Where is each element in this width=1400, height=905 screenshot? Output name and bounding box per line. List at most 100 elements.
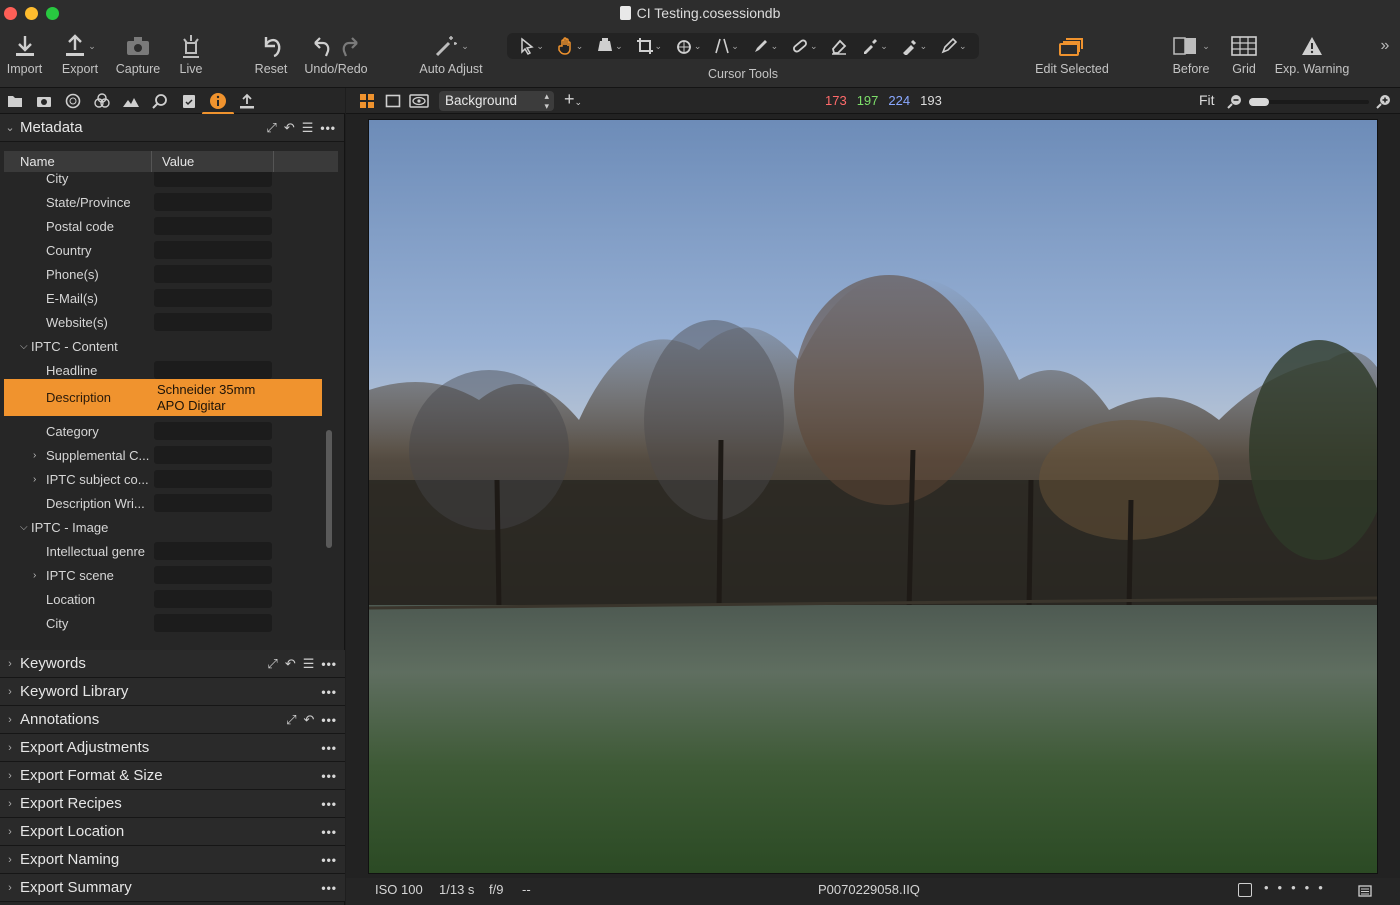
auto-adjust-button[interactable]: ⌄ Auto Adjust: [416, 30, 486, 76]
layer-select[interactable]: Background ▴ ▾: [439, 91, 554, 111]
tab-capture[interactable]: [34, 91, 54, 111]
more-icon[interactable]: •••: [321, 657, 337, 671]
table-row[interactable]: › IPTC subject co...: [0, 467, 340, 491]
more-icon[interactable]: •••: [321, 797, 337, 811]
table-row[interactable]: Website(s): [0, 310, 340, 334]
field-value-input[interactable]: [154, 470, 272, 488]
info-list-icon[interactable]: [1358, 885, 1372, 897]
multi-view-icon[interactable]: [359, 93, 375, 109]
more-icon[interactable]: •••: [321, 769, 337, 783]
pan-tool[interactable]: ⌄: [557, 37, 583, 55]
table-row[interactable]: Category: [0, 419, 340, 443]
table-row-selected[interactable]: Description Schneider 35mm APO Digitar: [4, 379, 322, 416]
zoom-fit-label[interactable]: Fit: [1199, 92, 1215, 108]
list-icon[interactable]: ☰: [303, 656, 315, 672]
more-icon[interactable]: •••: [321, 713, 337, 727]
zoom-in-icon[interactable]: [1376, 93, 1392, 109]
field-value-input[interactable]: [154, 265, 272, 283]
more-icon[interactable]: •••: [321, 825, 337, 839]
rating-dots[interactable]: •••••: [1264, 880, 1332, 895]
export-location-section-header[interactable]: › Export Location •••: [0, 818, 345, 846]
field-value-input[interactable]: [154, 361, 272, 379]
table-row[interactable]: E-Mail(s): [0, 286, 340, 310]
toolbar-overflow-button[interactable]: »: [1375, 36, 1395, 56]
table-row[interactable]: Intellectual genre: [0, 539, 340, 563]
reset-icon[interactable]: ↶: [303, 712, 314, 728]
table-row[interactable]: › Supplemental C...: [0, 443, 340, 467]
photo-preview[interactable]: [368, 119, 1378, 874]
group-row-iptc-image[interactable]: ⌵ IPTC - Image: [0, 515, 340, 539]
before-button[interactable]: ⌄ Before: [1166, 30, 1216, 76]
table-row[interactable]: Phone(s): [0, 262, 340, 286]
name-column-header[interactable]: Name: [4, 151, 152, 172]
loupe-tool[interactable]: ⌄: [596, 37, 623, 55]
table-row[interactable]: State/Province: [0, 190, 340, 214]
keyword-library-section-header[interactable]: › Keyword Library •••: [0, 678, 345, 706]
more-icon[interactable]: •••: [321, 853, 337, 867]
metadata-section-header[interactable]: ⌄ Metadata ⤢ ↶ ☰ •••: [0, 114, 344, 142]
export-adjustments-section-header[interactable]: › Export Adjustments •••: [0, 734, 345, 762]
export-naming-section-header[interactable]: › Export Naming •••: [0, 846, 345, 874]
keywords-section-header[interactable]: › Keywords ⤢ ↶ ☰ •••: [0, 650, 345, 678]
import-button[interactable]: Import: [4, 30, 45, 76]
export-format-section-header[interactable]: › Export Format & Size •••: [0, 762, 345, 790]
rotate-tool[interactable]: ⌄: [675, 37, 701, 55]
reset-button[interactable]: Reset: [252, 30, 290, 76]
more-icon[interactable]: •••: [321, 881, 337, 895]
keystone-tool[interactable]: ⌄: [714, 37, 739, 55]
annotations-section-header[interactable]: › Annotations ⤢ ↶ •••: [0, 706, 345, 734]
field-value-input[interactable]: [154, 241, 272, 259]
table-row[interactable]: Location: [0, 587, 340, 611]
more-icon[interactable]: •••: [320, 121, 336, 135]
table-row[interactable]: Country: [0, 238, 340, 262]
expand-icon[interactable]: ⤢: [266, 120, 276, 136]
undo-redo-button[interactable]: Undo/Redo: [303, 30, 369, 76]
more-icon[interactable]: •••: [321, 741, 337, 755]
chevron-right-icon[interactable]: ›: [33, 474, 36, 485]
tab-details[interactable]: [150, 91, 170, 111]
tab-exposure[interactable]: [121, 91, 141, 111]
tab-lens[interactable]: [63, 91, 83, 111]
field-value-input[interactable]: [154, 313, 272, 331]
brush-tool[interactable]: ⌄: [752, 37, 778, 55]
proof-view-icon[interactable]: [409, 93, 429, 109]
table-row[interactable]: › IPTC scene: [0, 563, 340, 587]
grid-button[interactable]: Grid: [1228, 30, 1260, 76]
field-value-input[interactable]: [154, 614, 272, 632]
expand-icon[interactable]: ⤢: [267, 656, 277, 672]
edit-selected-button[interactable]: Edit Selected: [1030, 30, 1114, 76]
reset-icon[interactable]: ↶: [284, 120, 295, 136]
color-picker-tool[interactable]: ⌄: [861, 37, 888, 55]
capture-button[interactable]: Capture: [114, 30, 162, 76]
expand-icon[interactable]: ⤢: [286, 712, 296, 728]
value-column-header[interactable]: Value: [152, 151, 274, 172]
image-viewer[interactable]: [346, 114, 1400, 878]
tab-library[interactable]: [5, 91, 25, 111]
zoom-out-icon[interactable]: [1227, 93, 1243, 109]
tab-output[interactable]: [237, 91, 257, 111]
chevron-right-icon[interactable]: ›: [33, 570, 36, 581]
list-icon[interactable]: ☰: [302, 120, 314, 136]
export-recipes-section-header[interactable]: › Export Recipes •••: [0, 790, 345, 818]
field-value-input[interactable]: [154, 217, 272, 235]
table-row[interactable]: City: [0, 172, 340, 190]
annotate-tool[interactable]: ⌄: [940, 37, 967, 55]
table-row[interactable]: Postal code: [0, 214, 340, 238]
zoom-slider-handle[interactable]: [1249, 98, 1269, 106]
erase-tool[interactable]: [830, 37, 848, 55]
group-row-iptc-content[interactable]: ⌵ IPTC - Content: [0, 334, 340, 358]
field-value-input[interactable]: [154, 193, 272, 211]
field-value-input[interactable]: [154, 172, 272, 187]
table-row[interactable]: City: [0, 611, 340, 635]
metadata-scrollbar[interactable]: [326, 430, 332, 548]
field-value-input[interactable]: [154, 289, 272, 307]
exposure-warning-button[interactable]: Exp. Warning: [1272, 30, 1352, 76]
tab-metadata[interactable]: [202, 91, 234, 115]
single-view-icon[interactable]: [385, 93, 401, 109]
export-summary-section-header[interactable]: › Export Summary •••: [0, 874, 345, 902]
field-value-input[interactable]: [154, 590, 272, 608]
heal-tool[interactable]: ⌄: [791, 37, 818, 55]
field-value-input[interactable]: [154, 494, 272, 512]
add-layer-icon[interactable]: +⌄: [564, 89, 582, 110]
tab-color[interactable]: [92, 91, 112, 111]
